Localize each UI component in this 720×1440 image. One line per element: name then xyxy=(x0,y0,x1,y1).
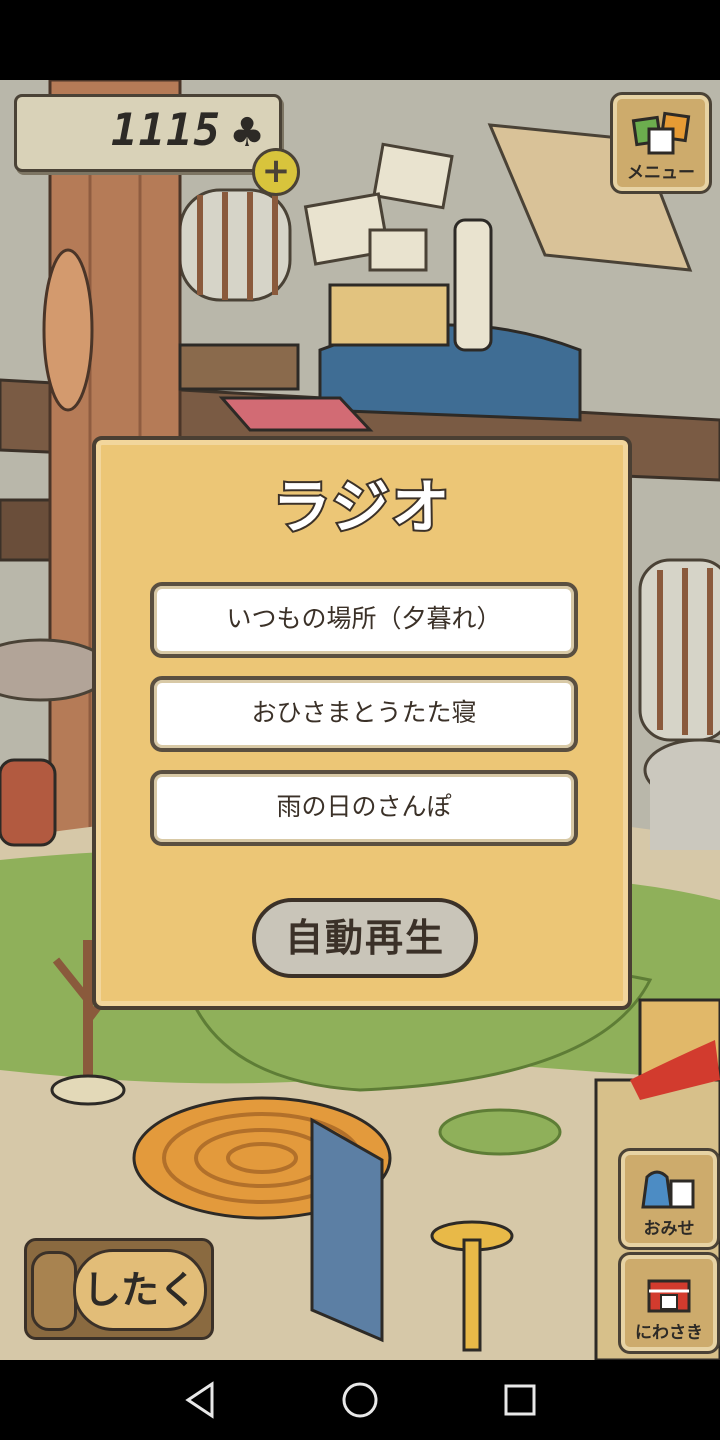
home-circle-icon[interactable] xyxy=(338,1378,382,1422)
log-icon xyxy=(31,1251,77,1331)
currency-plate: 1115 ♣ xyxy=(14,94,282,172)
station-option-1[interactable]: いつもの場所（夕暮れ） xyxy=(150,582,578,658)
clover-icon: ♣ xyxy=(229,110,265,156)
recents-square-icon[interactable] xyxy=(498,1378,542,1422)
yard-button[interactable]: にわさき xyxy=(618,1252,720,1354)
yard-icon xyxy=(647,1279,691,1313)
station-option-3[interactable]: 雨の日のさんぽ xyxy=(150,770,578,846)
radio-dialog: ラジオ いつもの場所（夕暮れ） おひさまとうたた寝 雨の日のさんぽ 自動再生 xyxy=(92,436,632,1010)
menu-icon xyxy=(631,111,691,155)
yard-label: にわさき xyxy=(635,1323,703,1343)
prepare-button[interactable]: したく xyxy=(24,1238,214,1340)
window-left xyxy=(178,188,292,302)
status-bar xyxy=(0,0,720,80)
game-scene: 1115 ♣ + メニュー おみせ にわさき したく ラジオ いつもの場所（夕暮… xyxy=(0,80,720,1360)
prepare-label: したく xyxy=(73,1249,207,1331)
shop-bag-icon xyxy=(641,1170,695,1209)
menu-label: メニュー xyxy=(627,163,695,183)
shop-button[interactable]: おみせ xyxy=(618,1148,720,1250)
window-right xyxy=(638,558,720,742)
station-option-2[interactable]: おひさまとうたた寝 xyxy=(150,676,578,752)
menu-button[interactable]: メニュー xyxy=(610,92,712,194)
add-clovers-button[interactable]: + xyxy=(252,148,300,196)
dialog-title: ラジオ xyxy=(271,471,452,543)
clover-count: 1115 xyxy=(111,105,221,156)
navigation-bar xyxy=(0,1360,720,1440)
autoplay-button[interactable]: 自動再生 xyxy=(252,898,478,978)
back-triangle-icon[interactable] xyxy=(178,1378,222,1422)
shop-label: おみせ xyxy=(643,1219,695,1239)
